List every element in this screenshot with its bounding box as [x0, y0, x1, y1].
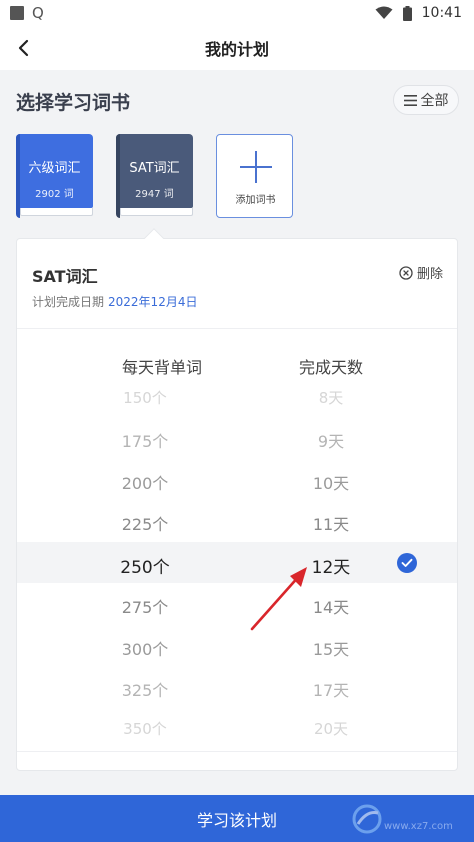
- add-word-book-label: 添加词书: [235, 195, 276, 206]
- status-bar-right: 10:41: [375, 5, 462, 21]
- picker-option[interactable]: 8天: [256, 387, 406, 408]
- book-spine: [116, 134, 120, 218]
- wifi-icon: [375, 6, 393, 19]
- picker-selected-option[interactable]: 250个: [70, 553, 220, 578]
- watermark-logo-icon: [352, 804, 382, 834]
- picker-option[interactable]: 11天: [256, 511, 406, 535]
- picker-option[interactable]: 20天: [256, 718, 406, 739]
- delete-label: 删除: [416, 267, 443, 282]
- word-books-row: 六级词汇 2902 词 SAT词汇 2947 词 添加词书: [0, 134, 474, 230]
- menu-lines-icon: [403, 94, 417, 106]
- delete-plan-button[interactable]: 删除: [399, 263, 443, 282]
- completion-date-value: 2022年12月4日: [108, 295, 198, 309]
- picker-option[interactable]: 150个: [70, 387, 220, 408]
- picker-option[interactable]: 200个: [70, 470, 220, 494]
- picker-option[interactable]: 350个: [70, 718, 220, 739]
- book-spine: [16, 134, 20, 218]
- back-button[interactable]: [12, 36, 34, 60]
- picker-option[interactable]: 15天: [256, 636, 406, 660]
- plan-book-title: SAT词汇: [32, 267, 98, 286]
- section-header: 选择学习词书 全部: [0, 70, 474, 130]
- battery-icon: [402, 5, 412, 21]
- page-title: 我的计划: [204, 40, 269, 59]
- all-books-label: 全部: [420, 93, 449, 109]
- status-time: 10:41: [421, 5, 462, 21]
- picker-option[interactable]: 225个: [70, 511, 220, 535]
- daily-words-header: 每天背单词: [121, 358, 202, 377]
- book-pages: [20, 208, 93, 216]
- book-word-count: 2902 词: [35, 189, 74, 200]
- picker-option[interactable]: 17天: [256, 677, 406, 701]
- plan-card: SAT词汇 删除 计划完成日期 2022年12月4日 每天背单词 完成天数 150…: [16, 238, 458, 771]
- book-name: SAT词汇: [129, 161, 180, 176]
- completion-date-row: 计划完成日期 2022年12月4日: [32, 293, 197, 310]
- book-pages: [120, 208, 193, 216]
- picker-option[interactable]: 300个: [70, 636, 220, 660]
- plus-icon-bar: [240, 166, 272, 168]
- study-plan-label: 学习该计划: [196, 810, 277, 830]
- check-icon: [397, 553, 417, 573]
- book-word-count: 2947 词: [135, 189, 174, 200]
- chevron-left-icon: [18, 39, 29, 57]
- search-notification-icon: Q: [32, 3, 44, 22]
- section-title: 选择学习词书: [16, 92, 131, 114]
- picker-option[interactable]: 275个: [70, 594, 220, 618]
- annotation-arrow-icon: [250, 567, 307, 631]
- picker-option[interactable]: 175个: [70, 428, 220, 452]
- watermark: www.xz7.com: [350, 800, 460, 838]
- days-header: 完成天数: [298, 358, 363, 377]
- all-books-button[interactable]: 全部: [393, 85, 459, 115]
- status-bar: Q 10:41: [0, 0, 474, 26]
- word-book-cet6[interactable]: 六级词汇 2902 词: [16, 134, 93, 218]
- add-word-book-button[interactable]: 添加词书: [216, 134, 293, 218]
- word-book-sat[interactable]: SAT词汇 2947 词: [116, 134, 193, 218]
- picker-option[interactable]: 325个: [70, 677, 220, 701]
- watermark-text: www.xz7.com: [384, 821, 453, 832]
- divider: [17, 751, 457, 752]
- close-circle-icon: [399, 265, 413, 280]
- notification-square-icon: [10, 6, 24, 20]
- divider: [17, 328, 457, 329]
- book-name: 六级词汇: [28, 161, 81, 176]
- title-bar: 我的计划: [0, 26, 474, 70]
- picker-option[interactable]: 9天: [256, 428, 406, 452]
- status-bar-left: Q: [10, 3, 44, 22]
- picker-option[interactable]: 10天: [256, 470, 406, 494]
- completion-date-label: 计划完成日期: [32, 295, 105, 309]
